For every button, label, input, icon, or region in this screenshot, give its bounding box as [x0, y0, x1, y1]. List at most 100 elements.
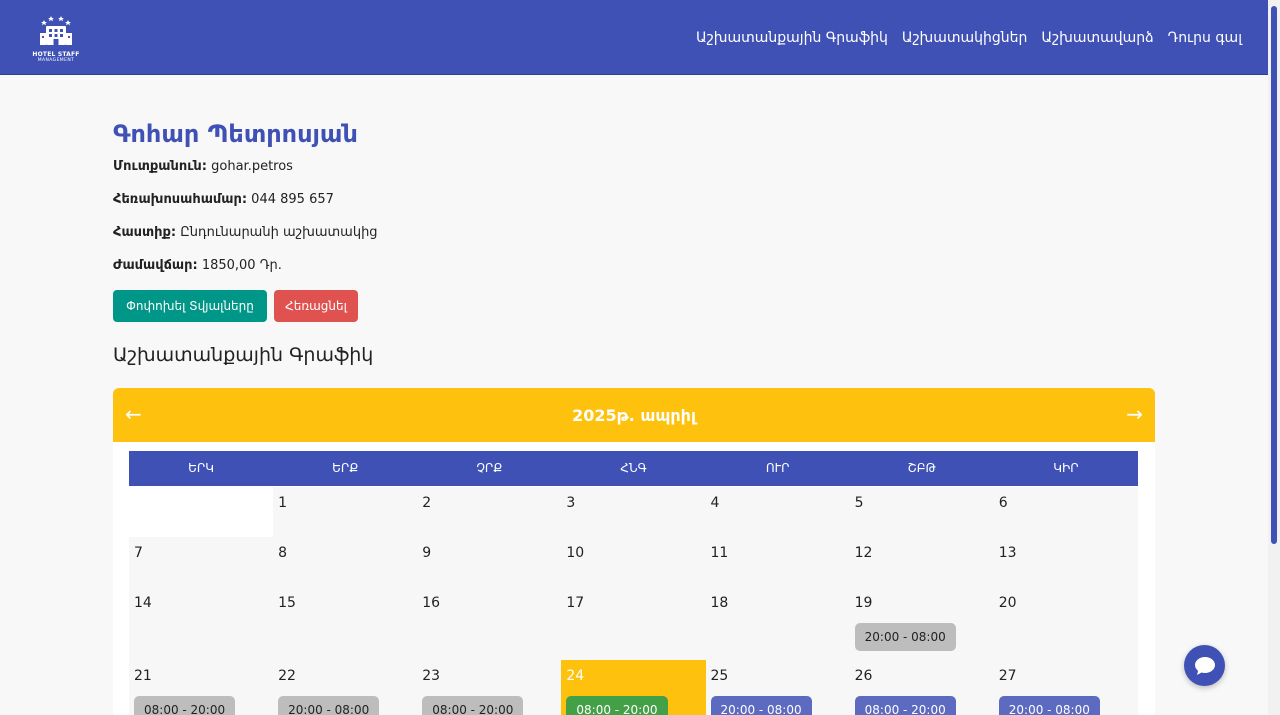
calendar-day-cell[interactable]: 25 20:00 - 08:00: [705, 660, 850, 715]
day-number: 18: [710, 595, 729, 611]
day-number: 15: [278, 595, 296, 611]
shift-badge[interactable]: 20:00 - 08:00: [710, 696, 812, 715]
nav-link-salary[interactable]: Աշխատավարձ: [1041, 30, 1153, 46]
info-label: Մուտքանուն:: [113, 159, 207, 174]
day-number: 26: [854, 668, 873, 684]
next-month-icon[interactable]: →: [1126, 402, 1143, 426]
logo-name: HOTEL STAFF: [32, 51, 80, 58]
nav-link-schedule[interactable]: Աշխատանքային Գրաֆիկ: [696, 30, 888, 46]
day-number: 25: [710, 668, 729, 684]
calendar-grid: 1 2 3 4 5 6 7 8 9 10 11 12 13 14 15 16 17 18 19 20:00 - 08:…: [129, 487, 1138, 715]
calendar-day-cell[interactable]: 5: [849, 487, 994, 537]
delete-button[interactable]: Հեռացնել: [274, 290, 358, 322]
nav-link-logout[interactable]: Դուրս գալ: [1168, 30, 1242, 46]
day-number: 7: [134, 545, 143, 561]
weekday-label: ՇԲԹ: [907, 461, 936, 475]
calendar-day-cell[interactable]: 9: [417, 537, 562, 587]
calendar-header: ← 2025թ. ապրիլ →: [113, 388, 1155, 442]
logo-subtitle: MANAGEMENT: [37, 58, 75, 63]
calendar-day-cell[interactable]: 13: [993, 537, 1138, 587]
edit-data-button[interactable]: Փոփոխել Տվյալները: [113, 290, 267, 322]
calendar-day-cell[interactable]: 8: [273, 537, 418, 587]
profile-section: Գոհար Պետրոսյան Մուտքանուն: gohar.petros…: [113, 120, 1155, 388]
calendar-day-cell[interactable]: 1: [273, 487, 418, 537]
calendar-day-cell[interactable]: 18: [705, 587, 850, 660]
day-number: 19: [854, 595, 873, 611]
chat-bubble-icon: [1194, 656, 1215, 675]
info-label: Հեռախոսահամար:: [113, 192, 248, 207]
day-number: 22: [278, 668, 296, 684]
day-number: 14: [134, 595, 152, 611]
calendar-month-label: 2025թ. ապրիլ: [572, 406, 696, 425]
weekday-label: ԿԻՐ: [1053, 461, 1079, 475]
shift-badge[interactable]: 08:00 - 20:00: [566, 696, 668, 715]
info-label: Հաստիք:: [113, 225, 177, 240]
day-number: 20: [998, 595, 1017, 611]
shift-badge[interactable]: 08:00 - 20:00: [854, 696, 956, 715]
calendar-day-cell[interactable]: 2: [417, 487, 562, 537]
day-number: 12: [854, 545, 873, 561]
weekday-label: ՀՆԳ: [620, 461, 647, 475]
day-number: 1: [278, 495, 288, 511]
info-label: Ժամավճար:: [113, 258, 198, 273]
calendar-day-cell[interactable]: 19 20:00 - 08:00: [849, 587, 994, 660]
day-number: 21: [134, 668, 152, 684]
info-value: gohar.petros: [211, 159, 293, 174]
calendar-day-cell[interactable]: 3: [561, 487, 706, 537]
shift-badge[interactable]: 08:00 - 20:00: [422, 696, 524, 715]
day-number: 9: [422, 545, 432, 561]
weekday-label: ԵՐՔ: [332, 461, 359, 475]
calendar-day-cell[interactable]: 14: [129, 587, 274, 660]
nav-links: Աշխատանքային Գրաֆիկ Աշխատակիցներ Աշխատավ…: [696, 30, 1242, 46]
day-number: 6: [998, 495, 1008, 511]
calendar-day-cell[interactable]: 23 08:00 - 20:00: [417, 660, 562, 715]
page-scrollbar[interactable]: [1268, 0, 1280, 715]
day-number: 27: [998, 668, 1017, 684]
calendar-day-cell[interactable]: 21 08:00 - 20:00: [129, 660, 274, 715]
top-navbar: HOTEL STAFF MANAGEMENT Աշխատանքային Գրաֆ…: [0, 0, 1268, 75]
calendar-day-cell[interactable]: 20: [993, 587, 1138, 660]
schedule-title: Աշխատանքային Գրաֆիկ: [113, 344, 374, 366]
hotel-logo[interactable]: HOTEL STAFF MANAGEMENT: [30, 14, 82, 64]
info-value: 1850,00 Դր.: [201, 258, 282, 273]
calendar-day-cell[interactable]: 16: [417, 587, 562, 660]
day-number: 4: [710, 495, 720, 511]
day-number: 10: [566, 545, 585, 561]
calendar-day-cell[interactable]: 22 20:00 - 08:00: [273, 660, 418, 715]
calendar-day-cell[interactable]: 10: [561, 537, 706, 587]
profile-actions: Փոփոխել Տվյալները Հեռացնել: [113, 290, 1155, 322]
nav-link-employees[interactable]: Աշխատակիցներ: [902, 30, 1028, 46]
calendar-day-cell[interactable]: 15: [273, 587, 418, 660]
shift-badge[interactable]: 20:00 - 08:00: [998, 696, 1100, 715]
calendar-day-cell[interactable]: 4: [705, 487, 850, 537]
info-value: 044 895 657: [251, 192, 334, 207]
info-position: Հաստիք: Ընդունարանի աշխատակից: [113, 224, 1155, 257]
calendar-day-cell[interactable]: 6: [993, 487, 1138, 537]
day-number: 24: [566, 668, 585, 684]
calendar-day-cell[interactable]: 7: [129, 537, 274, 587]
day-number: 2: [422, 495, 432, 511]
employee-name: Գոհար Պետրոսյան: [113, 120, 358, 148]
calendar-day-cell[interactable]: 12: [849, 537, 994, 587]
scrollbar-thumb[interactable]: [1271, 6, 1277, 544]
hotel-building-icon: [40, 16, 72, 45]
weekday-label: ՉՐՔ: [476, 461, 503, 475]
shift-badge[interactable]: 08:00 - 20:00: [134, 696, 236, 715]
day-number: 23: [422, 668, 441, 684]
calendar-day-cell[interactable]: 27 20:00 - 08:00: [993, 660, 1138, 715]
weekday-label: ՈՒՐ: [765, 461, 790, 475]
calendar-day-cell[interactable]: 11: [705, 537, 850, 587]
shift-badge[interactable]: 20:00 - 08:00: [854, 623, 956, 651]
weekday-header: ԵՐԿ ԵՐՔ ՉՐՔ ՀՆԳ ՈՒՐ ՇԲԹ ԿԻՐ: [129, 451, 1138, 486]
day-number: 5: [854, 495, 864, 511]
calendar-day-cell[interactable]: 26 08:00 - 20:00: [849, 660, 994, 715]
weekday-label: ԵՐԿ: [188, 461, 215, 475]
day-number: 8: [278, 545, 288, 561]
chat-button[interactable]: [1184, 645, 1225, 686]
day-number: 3: [566, 495, 576, 511]
info-phone: Հեռախոսահամար: 044 895 657: [113, 191, 1155, 224]
schedule-calendar: ← 2025թ. ապրիլ → ԵՐԿ ԵՐՔ ՉՐՔ ՀՆԳ ՈՒՐ ՇԲԹ…: [113, 388, 1155, 715]
calendar-day-cell[interactable]: 24 08:00 - 20:00: [561, 660, 706, 715]
calendar-day-cell[interactable]: 17: [561, 587, 706, 660]
shift-badge[interactable]: 20:00 - 08:00: [278, 696, 380, 715]
